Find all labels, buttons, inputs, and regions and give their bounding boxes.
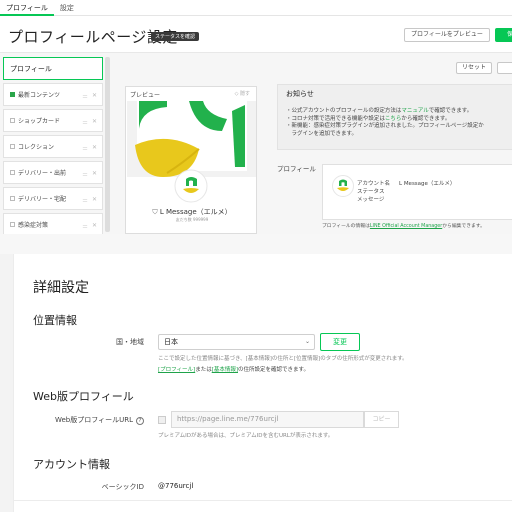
sidebar-item-label: デリバリー・宅配 (18, 196, 67, 203)
web-profile-section-title: Web版プロフィール (33, 390, 134, 403)
sidebar-item-delivery-takuhai[interactable]: デリバリー・宅配 ＝ ✕ (3, 187, 103, 210)
tab-profile[interactable]: プロフィール (0, 0, 54, 16)
sidebar-item-latest-content[interactable]: 最新コンテンツ ＝ ✕ (3, 83, 103, 106)
notice-line: ・新機能：感染症対策プラグインが追加されました。プロフィールページ設定か (286, 123, 484, 129)
basic-info-link[interactable]: [基本情報] (212, 367, 238, 373)
sidebar-item-label: プロフィール (10, 64, 52, 73)
status-badge[interactable]: ステータスを確認 (151, 32, 200, 41)
account-avatar (332, 175, 354, 197)
drag-handle-icon[interactable]: ＝ (82, 196, 88, 205)
checkbox-icon[interactable] (10, 196, 15, 201)
account-avatar (174, 169, 208, 203)
checkbox-icon[interactable] (10, 170, 15, 175)
help-icon[interactable]: ? (136, 417, 144, 425)
basic-id-label: ベーシックID (101, 483, 144, 491)
preview-hide-button[interactable]: ◇ 隠す (235, 90, 250, 97)
sidebar-item-profile[interactable]: プロフィール (3, 57, 103, 80)
save-button[interactable]: 保 (495, 28, 512, 42)
section-separator (0, 234, 512, 254)
cover-image (127, 101, 256, 177)
change-button[interactable]: 変更 (320, 333, 360, 351)
web-profile-checkbox[interactable] (158, 416, 166, 424)
basic-id-value: @776urcjl (158, 482, 194, 490)
close-icon[interactable]: ✕ (92, 170, 97, 177)
left-rail (0, 254, 14, 512)
oa-manager-link[interactable]: LINE Official Account Manager (370, 224, 442, 229)
checkbox-checked-icon[interactable] (10, 92, 15, 97)
notice-line: ラグインを追加できます。 (286, 130, 357, 137)
sidebar-scrollbar[interactable] (105, 57, 110, 232)
sidebar-item-label: 感染症対策 (18, 222, 49, 229)
profile-link[interactable]: [プロフィール] (158, 367, 195, 373)
sidebar-item-label: デリバリー・出前 (18, 170, 67, 177)
sidebar-item-label: 最新コンテンツ (18, 92, 61, 99)
sidebar-item-delivery-demae[interactable]: デリバリー・出前 ＝ ✕ (3, 161, 103, 184)
web-profile-note: プレミアムIDがある場合は、プレミアムIDを含むURLが表示されます。 (158, 433, 334, 439)
close-icon[interactable]: ✕ (92, 144, 97, 151)
web-profile-url-field[interactable]: https://page.line.me/776urcjl (171, 411, 364, 428)
drag-handle-icon[interactable]: ＝ (82, 170, 88, 179)
verified-icon: ⛉ (152, 208, 160, 216)
web-profile-url-label: Web版プロフィールURL? (40, 415, 144, 425)
profile-field-label: メッセージ (357, 197, 385, 203)
notice-line: ・公式アカウントのプロフィールの設定方法はマニュアルで確認できます。 (286, 108, 473, 114)
manual-link[interactable]: マニュアル (401, 108, 428, 114)
chevron-down-icon: ⌄ (304, 338, 310, 345)
profile-section-label: プロフィール (277, 165, 316, 173)
close-icon[interactable]: ✕ (92, 118, 97, 125)
location-note: ここで設定した位置情報に基づき、[基本情報]の住所と[位置情報]のタブの住所形式… (158, 356, 408, 362)
profile-box: アカウント名 L Message（エルメ） ステータス メッセージ (322, 164, 512, 220)
covid-link[interactable]: こちら (385, 116, 402, 122)
preview-label: プレビュー (130, 92, 161, 99)
notice-line: ・コロナ対策で活用できる機能や設定はこちらから確認できます。 (286, 115, 451, 122)
profile-field-label: ステータス (357, 189, 385, 195)
preview-card: プレビュー ◇ 隠す ⛉ L Message（エルメ） 友だち数 999999 (125, 86, 257, 234)
top-tabs: プロフィール 設定 (0, 0, 512, 16)
checkbox-icon[interactable] (10, 144, 15, 149)
account-info-section-title: アカウント情報 (33, 458, 110, 471)
notice-title: お知らせ (286, 90, 314, 98)
checkbox-icon[interactable] (10, 118, 15, 123)
checkbox-icon[interactable] (10, 222, 15, 227)
sidebar-item-label: ショップカード (18, 118, 61, 125)
sidebar-item-infection-control[interactable]: 感染症対策 ＝ ✕ (3, 213, 103, 236)
reset-button[interactable]: リセット (456, 62, 492, 74)
location-section-title: 位置情報 (33, 314, 77, 327)
divider (14, 500, 512, 501)
detail-settings-title: 詳細設定 (33, 280, 89, 296)
drag-handle-icon[interactable]: ＝ (82, 118, 88, 127)
drag-handle-icon[interactable]: ＝ (82, 222, 88, 231)
preview-account-name: ⛉ L Message（エルメ） (152, 208, 232, 216)
location-note-links: [プロフィール]または[基本情報]の住所設定を確認できます。 (158, 367, 309, 373)
sidebar-item-label: コレクション (18, 144, 55, 151)
copy-button[interactable]: コピー (364, 411, 399, 428)
notice-box: お知らせ ・公式アカウントのプロフィールの設定方法はマニュアルで確認できます。 … (277, 84, 512, 150)
preview-profile-button[interactable]: プロフィールをプレビュー (404, 28, 490, 42)
close-icon[interactable]: ✕ (92, 196, 97, 203)
sidebar-item-shop-card[interactable]: ショップカード ＝ ✕ (3, 109, 103, 132)
preview-friend-count: 友だち数 999999 (175, 217, 209, 222)
close-icon[interactable]: ✕ (92, 92, 97, 99)
sidebar-item-collection[interactable]: コレクション ＝ ✕ (3, 135, 103, 158)
drag-handle-icon[interactable]: ＝ (82, 144, 88, 153)
sidebar: プロフィール 最新コンテンツ ＝ ✕ ショップカード ＝ ✕ コレクション ＝ … (3, 57, 103, 239)
country-label: 国・地域 (116, 338, 144, 346)
drag-handle-icon[interactable]: ＝ (82, 92, 88, 101)
country-select[interactable]: 日本 ⌄ (158, 334, 315, 350)
profile-account-name: L Message（エルメ） (399, 181, 456, 187)
profile-field-label: アカウント名 (357, 181, 391, 187)
secondary-button[interactable] (497, 62, 512, 74)
close-icon[interactable]: ✕ (92, 222, 97, 229)
tab-settings[interactable]: 設定 (54, 0, 80, 16)
profile-note: プロフィールの情報はLINE Official Account Managerか… (322, 224, 485, 229)
